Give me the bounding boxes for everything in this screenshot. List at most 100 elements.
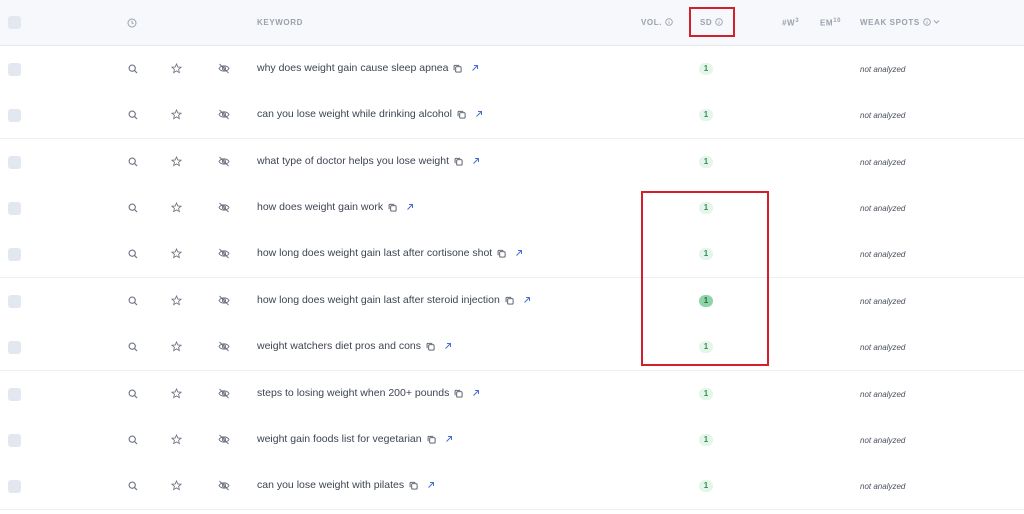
row-checkbox[interactable] [8,388,21,401]
row-checkbox[interactable] [8,295,21,308]
external-link-icon[interactable] [472,157,480,165]
weak-spots-status: not analyzed [860,297,906,306]
keyword-link[interactable]: weight gain foods list for vegetarian [257,433,422,445]
weak-spots-column-header[interactable]: WEAK SPOTS [860,18,940,27]
eye-off-icon[interactable] [218,63,230,74]
eye-off-icon[interactable] [218,248,230,259]
copy-icon[interactable] [388,203,397,212]
row-checkbox[interactable] [8,434,21,447]
eye-off-icon[interactable] [218,202,230,213]
external-link-icon[interactable] [471,64,479,72]
keyword-link[interactable]: steps to losing weight when 200+ pounds [257,387,449,399]
keyword-link[interactable]: can you lose weight with pilates [257,479,404,491]
keyword-link[interactable]: how does weight gain work [257,201,383,213]
weak-spots-status: not analyzed [860,482,906,491]
row-checkbox[interactable] [8,109,21,122]
chevron-down-icon[interactable] [933,19,940,25]
table-row: what type of doctor helps you lose weigh… [0,139,1024,186]
info-icon[interactable] [922,18,931,26]
eye-off-icon[interactable] [218,480,230,491]
external-link-icon[interactable] [445,435,453,443]
eye-off-icon[interactable] [218,156,230,167]
external-link-icon[interactable] [406,203,414,211]
clock-icon[interactable] [127,18,137,28]
em-column-header[interactable]: EM10 [820,18,841,28]
row-checkbox[interactable] [8,341,21,354]
sd-score-badge: 1 [699,109,713,121]
keyword-cell: weight gain foods list for vegetarian [257,433,453,445]
row-checkbox[interactable] [8,202,21,215]
keyword-cell: how long does weight gain last after cor… [257,247,523,259]
search-icon[interactable] [128,157,138,167]
keyword-link[interactable]: what type of doctor helps you lose weigh… [257,155,449,167]
keyword-cell: what type of doctor helps you lose weigh… [257,155,480,167]
copy-icon[interactable] [427,435,436,444]
select-all-checkbox[interactable] [8,16,21,29]
row-checkbox[interactable] [8,248,21,261]
keyword-link[interactable]: how long does weight gain last after cor… [257,247,492,259]
table-row: how long does weight gain last after ste… [0,278,1024,325]
copy-icon[interactable] [505,296,514,305]
search-icon[interactable] [128,110,138,120]
search-icon[interactable] [128,435,138,445]
eye-off-icon[interactable] [218,341,230,352]
keyword-cell: why does weight gain cause sleep apnea [257,62,479,74]
eye-off-icon[interactable] [218,434,230,445]
vol-label: VOL. [641,18,663,27]
star-icon[interactable] [171,109,182,120]
search-icon[interactable] [128,296,138,306]
copy-icon[interactable] [409,481,418,490]
star-icon[interactable] [171,341,182,352]
external-link-icon[interactable] [475,110,483,118]
vol-column-header[interactable]: VOL. [641,18,673,27]
copy-icon[interactable] [457,110,466,119]
row-checkbox[interactable] [8,480,21,493]
star-icon[interactable] [171,202,182,213]
row-checkbox[interactable] [8,156,21,169]
em-sup: 10 [833,18,842,24]
search-icon[interactable] [128,481,138,491]
star-icon[interactable] [171,434,182,445]
star-icon[interactable] [171,248,182,259]
star-icon[interactable] [171,156,182,167]
copy-icon[interactable] [454,157,463,166]
external-link-icon[interactable] [515,249,523,257]
keyword-column-header[interactable]: KEYWORD [257,18,303,27]
star-icon[interactable] [171,295,182,306]
search-icon[interactable] [128,342,138,352]
weak-spots-status: not analyzed [860,158,906,167]
keyword-link[interactable]: can you lose weight while drinking alcoh… [257,108,452,120]
keyword-link[interactable]: how long does weight gain last after ste… [257,294,500,306]
star-icon[interactable] [171,480,182,491]
copy-icon[interactable] [454,389,463,398]
search-icon[interactable] [128,389,138,399]
info-icon[interactable] [665,18,673,26]
table-row: how long does weight gain last after cor… [0,231,1024,278]
eye-off-icon[interactable] [218,295,230,306]
keyword-link[interactable]: weight watchers diet pros and cons [257,340,421,352]
eye-off-icon[interactable] [218,109,230,120]
word-count-column-header[interactable]: #W3 [782,18,799,28]
search-icon[interactable] [128,203,138,213]
eye-off-icon[interactable] [218,388,230,399]
row-checkbox[interactable] [8,63,21,76]
star-icon[interactable] [171,63,182,74]
copy-icon[interactable] [497,249,506,258]
copy-icon[interactable] [426,342,435,351]
external-link-icon[interactable] [472,389,480,397]
external-link-icon[interactable] [427,481,435,489]
external-link-icon[interactable] [444,342,452,350]
search-icon[interactable] [128,249,138,259]
keyword-cell: how does weight gain work [257,201,414,213]
keyword-cell: steps to losing weight when 200+ pounds [257,387,480,399]
keyword-cell: can you lose weight while drinking alcoh… [257,108,483,120]
search-icon[interactable] [128,64,138,74]
sd-score-badge: 1 [699,156,713,168]
weak-spots-label: WEAK SPOTS [860,18,920,27]
keyword-link[interactable]: why does weight gain cause sleep apnea [257,62,448,74]
table-row: weight watchers diet pros and cons 1 not… [0,324,1024,371]
external-link-icon[interactable] [523,296,531,304]
copy-icon[interactable] [453,64,463,73]
star-icon[interactable] [171,388,182,399]
word-count-sup: 3 [795,18,800,24]
